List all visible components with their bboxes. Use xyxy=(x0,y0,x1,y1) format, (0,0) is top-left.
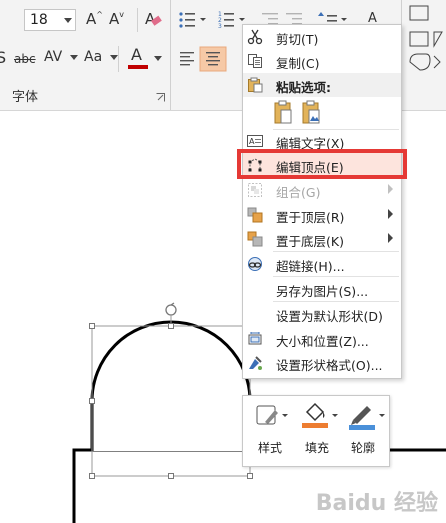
copy-icon xyxy=(248,54,262,68)
fill-bucket-icon xyxy=(302,402,338,428)
paste-options-row xyxy=(274,100,320,124)
group-icon xyxy=(248,183,262,197)
fill-color-swatch xyxy=(302,423,328,428)
grow-font-button[interactable]: A^ xyxy=(86,10,103,28)
style-label: 样式 xyxy=(258,441,283,455)
strikethrough-button[interactable]: abc xyxy=(14,52,36,66)
shape-fill-button[interactable]: 填充 xyxy=(299,402,339,462)
character-spacing-label: AV xyxy=(44,49,63,65)
outline-label: 轮廓 xyxy=(351,441,376,455)
menu-item-label: 置于底层(K) xyxy=(276,234,344,249)
chevron-down-icon xyxy=(109,54,118,60)
shape-more-icon xyxy=(433,55,441,69)
resize-handle[interactable] xyxy=(89,323,95,329)
edit-text-icon: A xyxy=(247,135,263,147)
mini-toolbar: 样式 填充 轮廓 xyxy=(242,395,390,467)
menu-item-copy[interactable]: 复制(C) xyxy=(243,49,401,73)
svg-text:A: A xyxy=(249,137,255,146)
menu-item-set-default-shape[interactable]: 设置为默认形状(D) xyxy=(243,302,401,326)
menu-item-send-to-back[interactable]: 置于底层(K) xyxy=(243,227,401,251)
grow-font-icon: ^ xyxy=(96,10,103,19)
send-to-back-icon xyxy=(247,231,263,247)
menu-item-save-as-picture[interactable]: 另存为图片(S)... xyxy=(243,277,401,301)
dome-shape xyxy=(90,320,252,451)
font-color-button[interactable]: A xyxy=(128,45,150,69)
submenu-arrow-icon xyxy=(388,184,393,194)
font-color-swatch xyxy=(128,65,148,69)
dialog-launcher-icon[interactable] xyxy=(156,93,165,102)
shapes-gallery[interactable] xyxy=(404,2,446,80)
bullets-icon xyxy=(179,12,206,28)
submenu-arrow-icon[interactable] xyxy=(388,209,393,219)
format-shape-icon xyxy=(249,356,262,370)
menu-item-format-shape[interactable]: 设置形状格式(O)... xyxy=(243,351,401,375)
svg-text:3: 3 xyxy=(218,23,222,30)
paste-as-picture-icon xyxy=(302,100,320,124)
resize-handle[interactable] xyxy=(89,398,95,404)
chevron-down-icon[interactable] xyxy=(154,56,162,61)
menu-item-label: 大小和位置(Z)... xyxy=(276,334,369,349)
resize-handle[interactable] xyxy=(89,473,95,479)
menu-item-label: 另存为图片(S)... xyxy=(276,284,369,299)
watermark: Baidu 经验 xyxy=(315,491,438,516)
menu-item-label: 超链接(H)... xyxy=(276,259,345,274)
menu-item-label: 设置形状格式(O)... xyxy=(276,358,383,373)
paste-options-header: 粘贴选项: xyxy=(243,73,401,97)
font-size-value: 18 xyxy=(30,12,48,28)
paste-keep-formatting-icon xyxy=(274,100,292,124)
shadow-button[interactable]: S xyxy=(0,48,12,68)
menu-item-label: 设置为默认形状(D) xyxy=(276,309,383,324)
hyperlink-icon xyxy=(248,257,262,271)
shape-style-button[interactable]: 样式 xyxy=(251,402,291,462)
menu-item-label: 组合(G) xyxy=(276,185,321,200)
outline-color-swatch xyxy=(349,425,375,430)
paste-icon xyxy=(248,77,263,93)
context-menu: 剪切(T) 复制(C) 粘贴选项: A 编辑文字(X) 编辑顶点(E) 组合(G… xyxy=(242,24,402,379)
clear-formatting-button[interactable]: A xyxy=(144,9,162,29)
font-group-label: 字体 xyxy=(12,90,39,105)
shrink-font-label: A xyxy=(109,10,120,28)
shape-style-icon xyxy=(256,405,288,425)
character-spacing-button[interactable]: AV xyxy=(44,49,78,65)
submenu-arrow-icon[interactable] xyxy=(388,233,393,243)
shape-outline-button[interactable]: 轮廓 xyxy=(347,402,389,462)
resize-handle[interactable] xyxy=(247,473,253,479)
shrink-font-icon: v xyxy=(119,10,124,19)
shrink-font-button[interactable]: Av xyxy=(109,10,124,28)
scissors-icon xyxy=(247,29,263,45)
menu-item-label: 置于顶层(R) xyxy=(276,210,345,225)
menu-item-size-position[interactable]: 大小和位置(Z)... xyxy=(243,327,401,351)
menu-item-label: 剪切(T) xyxy=(276,32,319,47)
resize-handle[interactable] xyxy=(168,473,174,479)
font-color-label: A xyxy=(131,45,142,64)
menu-item-bring-to-front[interactable]: 置于顶层(R) xyxy=(243,203,401,227)
rectangle-shape-icon xyxy=(409,5,429,21)
menu-item-hyperlink[interactable]: 超链接(H)... xyxy=(243,252,401,276)
paste-options-label: 粘贴选项: xyxy=(276,80,331,95)
menu-item-group: 组合(G) xyxy=(243,178,401,202)
freeform-shape-icon xyxy=(409,53,431,71)
menu-item-label: 复制(C) xyxy=(276,56,320,71)
menu-item-cut[interactable]: 剪切(T) xyxy=(243,25,401,49)
fill-label: 填充 xyxy=(305,441,330,455)
chevron-down-icon[interactable] xyxy=(64,18,72,23)
triangle-shape-icon xyxy=(433,31,443,48)
chevron-down-icon xyxy=(69,54,78,60)
align-left-icon xyxy=(180,52,194,66)
resize-handle[interactable] xyxy=(168,323,174,329)
rectangle-shape-icon xyxy=(409,31,429,47)
bring-to-front-icon xyxy=(247,207,263,223)
grow-font-label: A xyxy=(86,10,97,28)
change-case-button[interactable]: Aa xyxy=(84,49,118,65)
clear-formatting-icon: A xyxy=(145,10,162,28)
alignment-group xyxy=(180,46,227,72)
change-case-label: Aa xyxy=(84,49,103,65)
outline-pen-icon xyxy=(349,406,385,430)
font-size-combobox[interactable]: 18 xyxy=(24,9,76,31)
highlight-box xyxy=(237,149,407,179)
size-position-icon xyxy=(248,332,262,345)
numbering-icon: 1 2 3 xyxy=(218,11,245,30)
